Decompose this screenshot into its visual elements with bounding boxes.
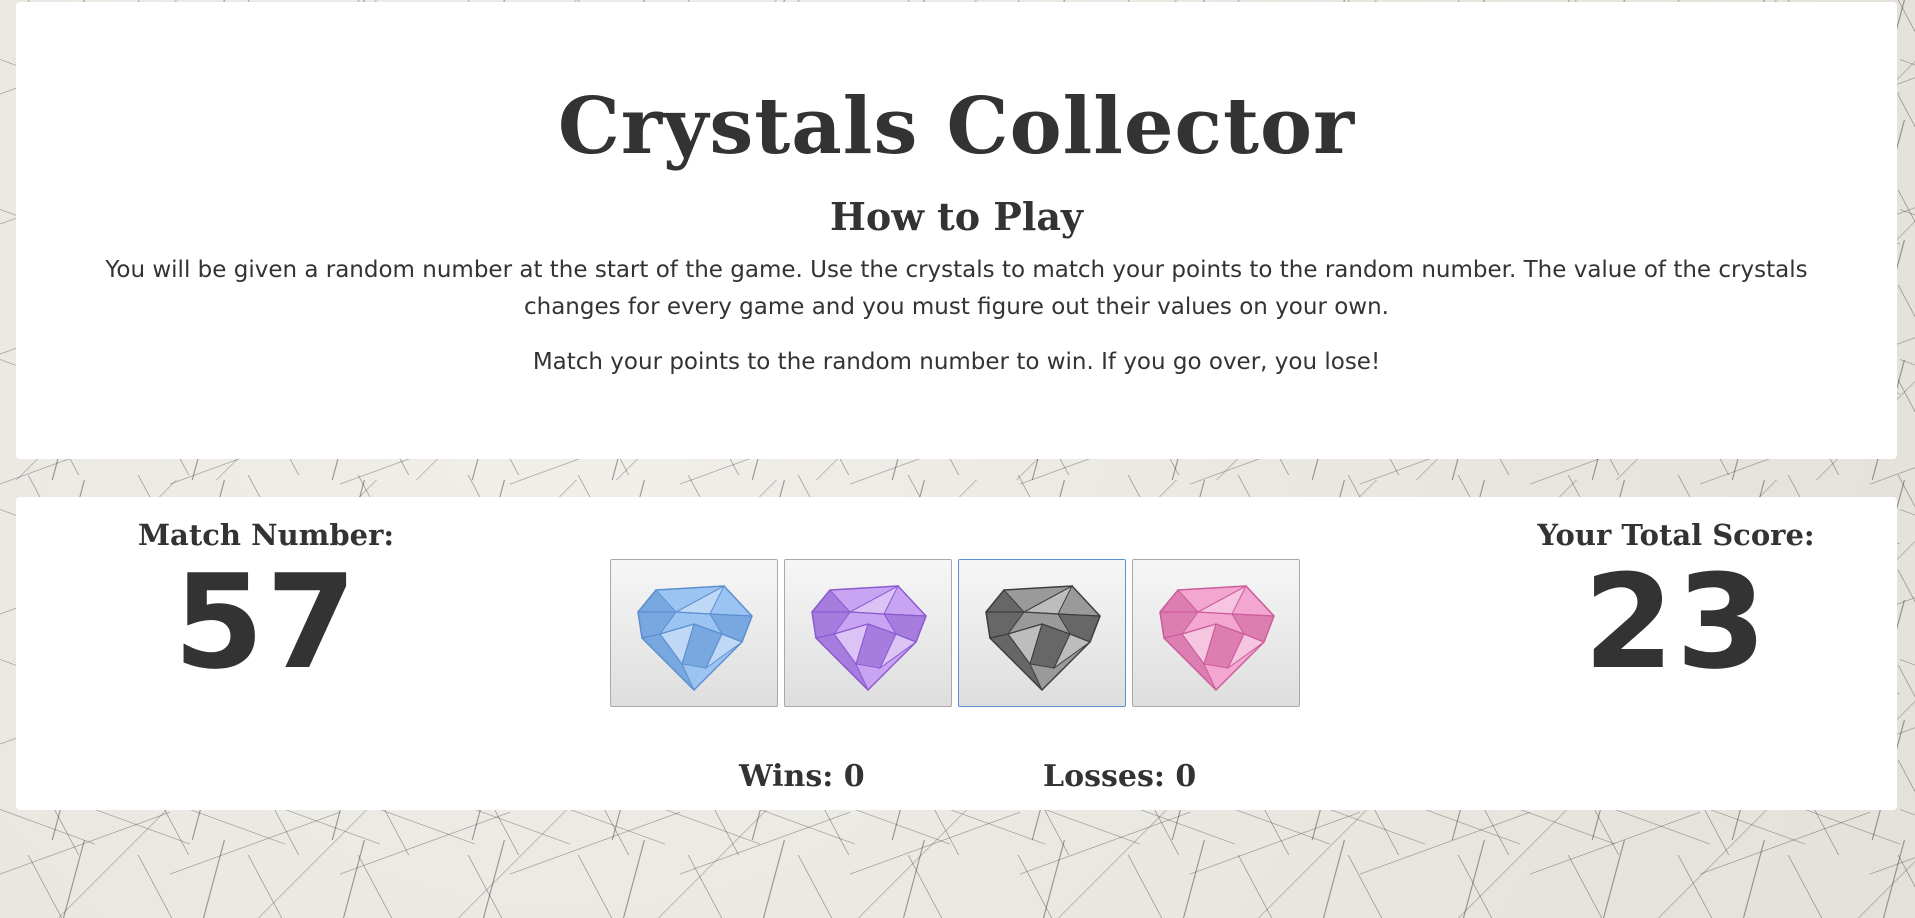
- win-rule-text: Match your points to the random number t…: [532, 349, 1381, 375]
- crystal-buttons: [610, 559, 1310, 711]
- purple-crystal-icon: [811, 584, 927, 692]
- wins-counter: Wins: 0: [739, 759, 865, 794]
- crystal-button-pink[interactable]: [1132, 559, 1300, 707]
- losses-counter: Losses: 0: [1043, 759, 1197, 794]
- how-to-play-heading: How to Play: [829, 194, 1084, 239]
- gray-crystal-icon: [985, 584, 1101, 692]
- total-score-value: 23: [1583, 546, 1769, 698]
- game-panel: Match Number: 57 Your Total Score: 23 Wi…: [16, 497, 1897, 810]
- crystal-button-gray[interactable]: [958, 559, 1126, 707]
- crystal-button-blue[interactable]: [610, 559, 778, 707]
- blue-crystal-icon: [637, 584, 753, 692]
- pink-crystal-icon: [1159, 584, 1275, 692]
- match-number-value: 57: [173, 546, 359, 698]
- crystal-button-purple[interactable]: [784, 559, 952, 707]
- instructions-text: You will be given a random number at the…: [105, 257, 1808, 320]
- intro-panel: Crystals Collector How to Play You will …: [16, 2, 1897, 459]
- page-title: Crystals Collector: [557, 81, 1356, 172]
